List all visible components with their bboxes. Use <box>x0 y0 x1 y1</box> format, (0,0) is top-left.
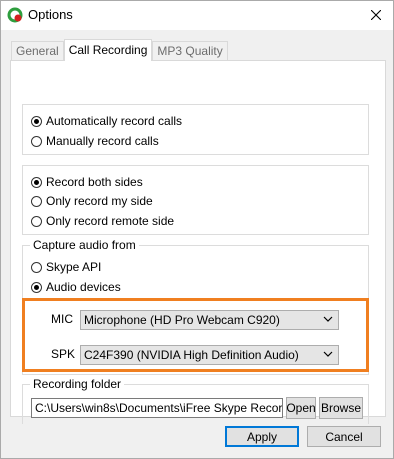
radio-label: Skype API <box>46 260 102 274</box>
spk-device-select[interactable]: C24F390 (NVIDIA High Definition Audio) <box>80 345 339 365</box>
radio-my-side[interactable]: Only record my side <box>31 193 153 209</box>
device-highlight-frame: MIC Microphone (HD Pro Webcam C920) SPK … <box>22 298 369 372</box>
close-button[interactable] <box>361 1 391 29</box>
record-sides-group: Record both sides Only record my side On… <box>22 165 369 235</box>
folder-path-field[interactable]: C:\Users\win8s\Documents\iFree Skype Rec… <box>31 398 283 418</box>
folder-group-title: Recording folder <box>30 377 125 391</box>
chevron-down-icon <box>323 316 333 322</box>
radio-indicator <box>31 135 42 147</box>
radio-label: Automatically record calls <box>46 114 183 128</box>
radio-indicator <box>31 281 42 293</box>
folder-path-value: C:\Users\win8s\Documents\iFree Skype Rec… <box>35 401 283 415</box>
options-dialog: Options General Call Recording MP3 Quali… <box>0 0 394 459</box>
app-icon <box>7 7 23 23</box>
radio-label: Only record remote side <box>46 214 175 228</box>
call-recording-panel: Automatically record calls Manually reco… <box>10 60 386 424</box>
radio-label: Only record my side <box>46 194 153 208</box>
radio-indicator <box>31 115 42 127</box>
title-bar: Options <box>1 1 393 29</box>
radio-remote-side[interactable]: Only record remote side <box>31 213 174 229</box>
tab-mp3-quality[interactable]: MP3 Quality <box>152 41 228 60</box>
close-icon <box>371 10 381 20</box>
cancel-button[interactable]: Cancel <box>307 426 381 447</box>
radio-indicator <box>31 215 42 227</box>
radio-auto-record[interactable]: Automatically record calls <box>31 113 182 129</box>
window-title: Options <box>28 7 73 22</box>
radio-label: Record both sides <box>46 175 143 189</box>
mic-device-value: Microphone (HD Pro Webcam C920) <box>84 313 280 327</box>
dialog-content: General Call Recording MP3 Quality Autom… <box>1 30 393 458</box>
open-button-label: Open <box>286 401 316 415</box>
mic-label: MIC <box>51 312 73 326</box>
radio-audio-devices[interactable]: Audio devices <box>31 279 121 295</box>
radio-manual-record[interactable]: Manually record calls <box>31 133 159 149</box>
mic-device-select[interactable]: Microphone (HD Pro Webcam C920) <box>80 310 339 330</box>
open-folder-button[interactable]: Open <box>286 397 316 419</box>
radio-indicator <box>31 176 42 188</box>
cancel-button-label: Cancel <box>325 429 363 444</box>
radio-label: Manually record calls <box>46 134 159 148</box>
tab-general[interactable]: General <box>11 41 64 60</box>
record-mode-group: Automatically record calls Manually reco… <box>22 104 369 155</box>
apply-button-label: Apply <box>246 429 278 444</box>
chevron-down-icon <box>323 351 333 357</box>
radio-skype-api[interactable]: Skype API <box>31 259 101 275</box>
tab-strip: General Call Recording MP3 Quality <box>11 39 228 61</box>
spk-label: SPK <box>51 347 76 361</box>
browse-folder-button[interactable]: Browse <box>319 397 363 419</box>
capture-group-title: Capture audio from <box>30 238 139 252</box>
recording-folder-group: Recording folder C:\Users\win8s\Document… <box>22 377 369 424</box>
radio-indicator <box>31 195 42 207</box>
tab-call-recording[interactable]: Call Recording <box>63 39 153 61</box>
browse-button-label: Browse <box>320 401 361 415</box>
radio-indicator <box>31 261 42 273</box>
radio-label: Audio devices <box>46 280 121 294</box>
apply-button[interactable]: Apply <box>225 426 299 447</box>
spk-device-value: C24F390 (NVIDIA High Definition Audio) <box>84 348 299 362</box>
radio-both-sides[interactable]: Record both sides <box>31 174 143 190</box>
